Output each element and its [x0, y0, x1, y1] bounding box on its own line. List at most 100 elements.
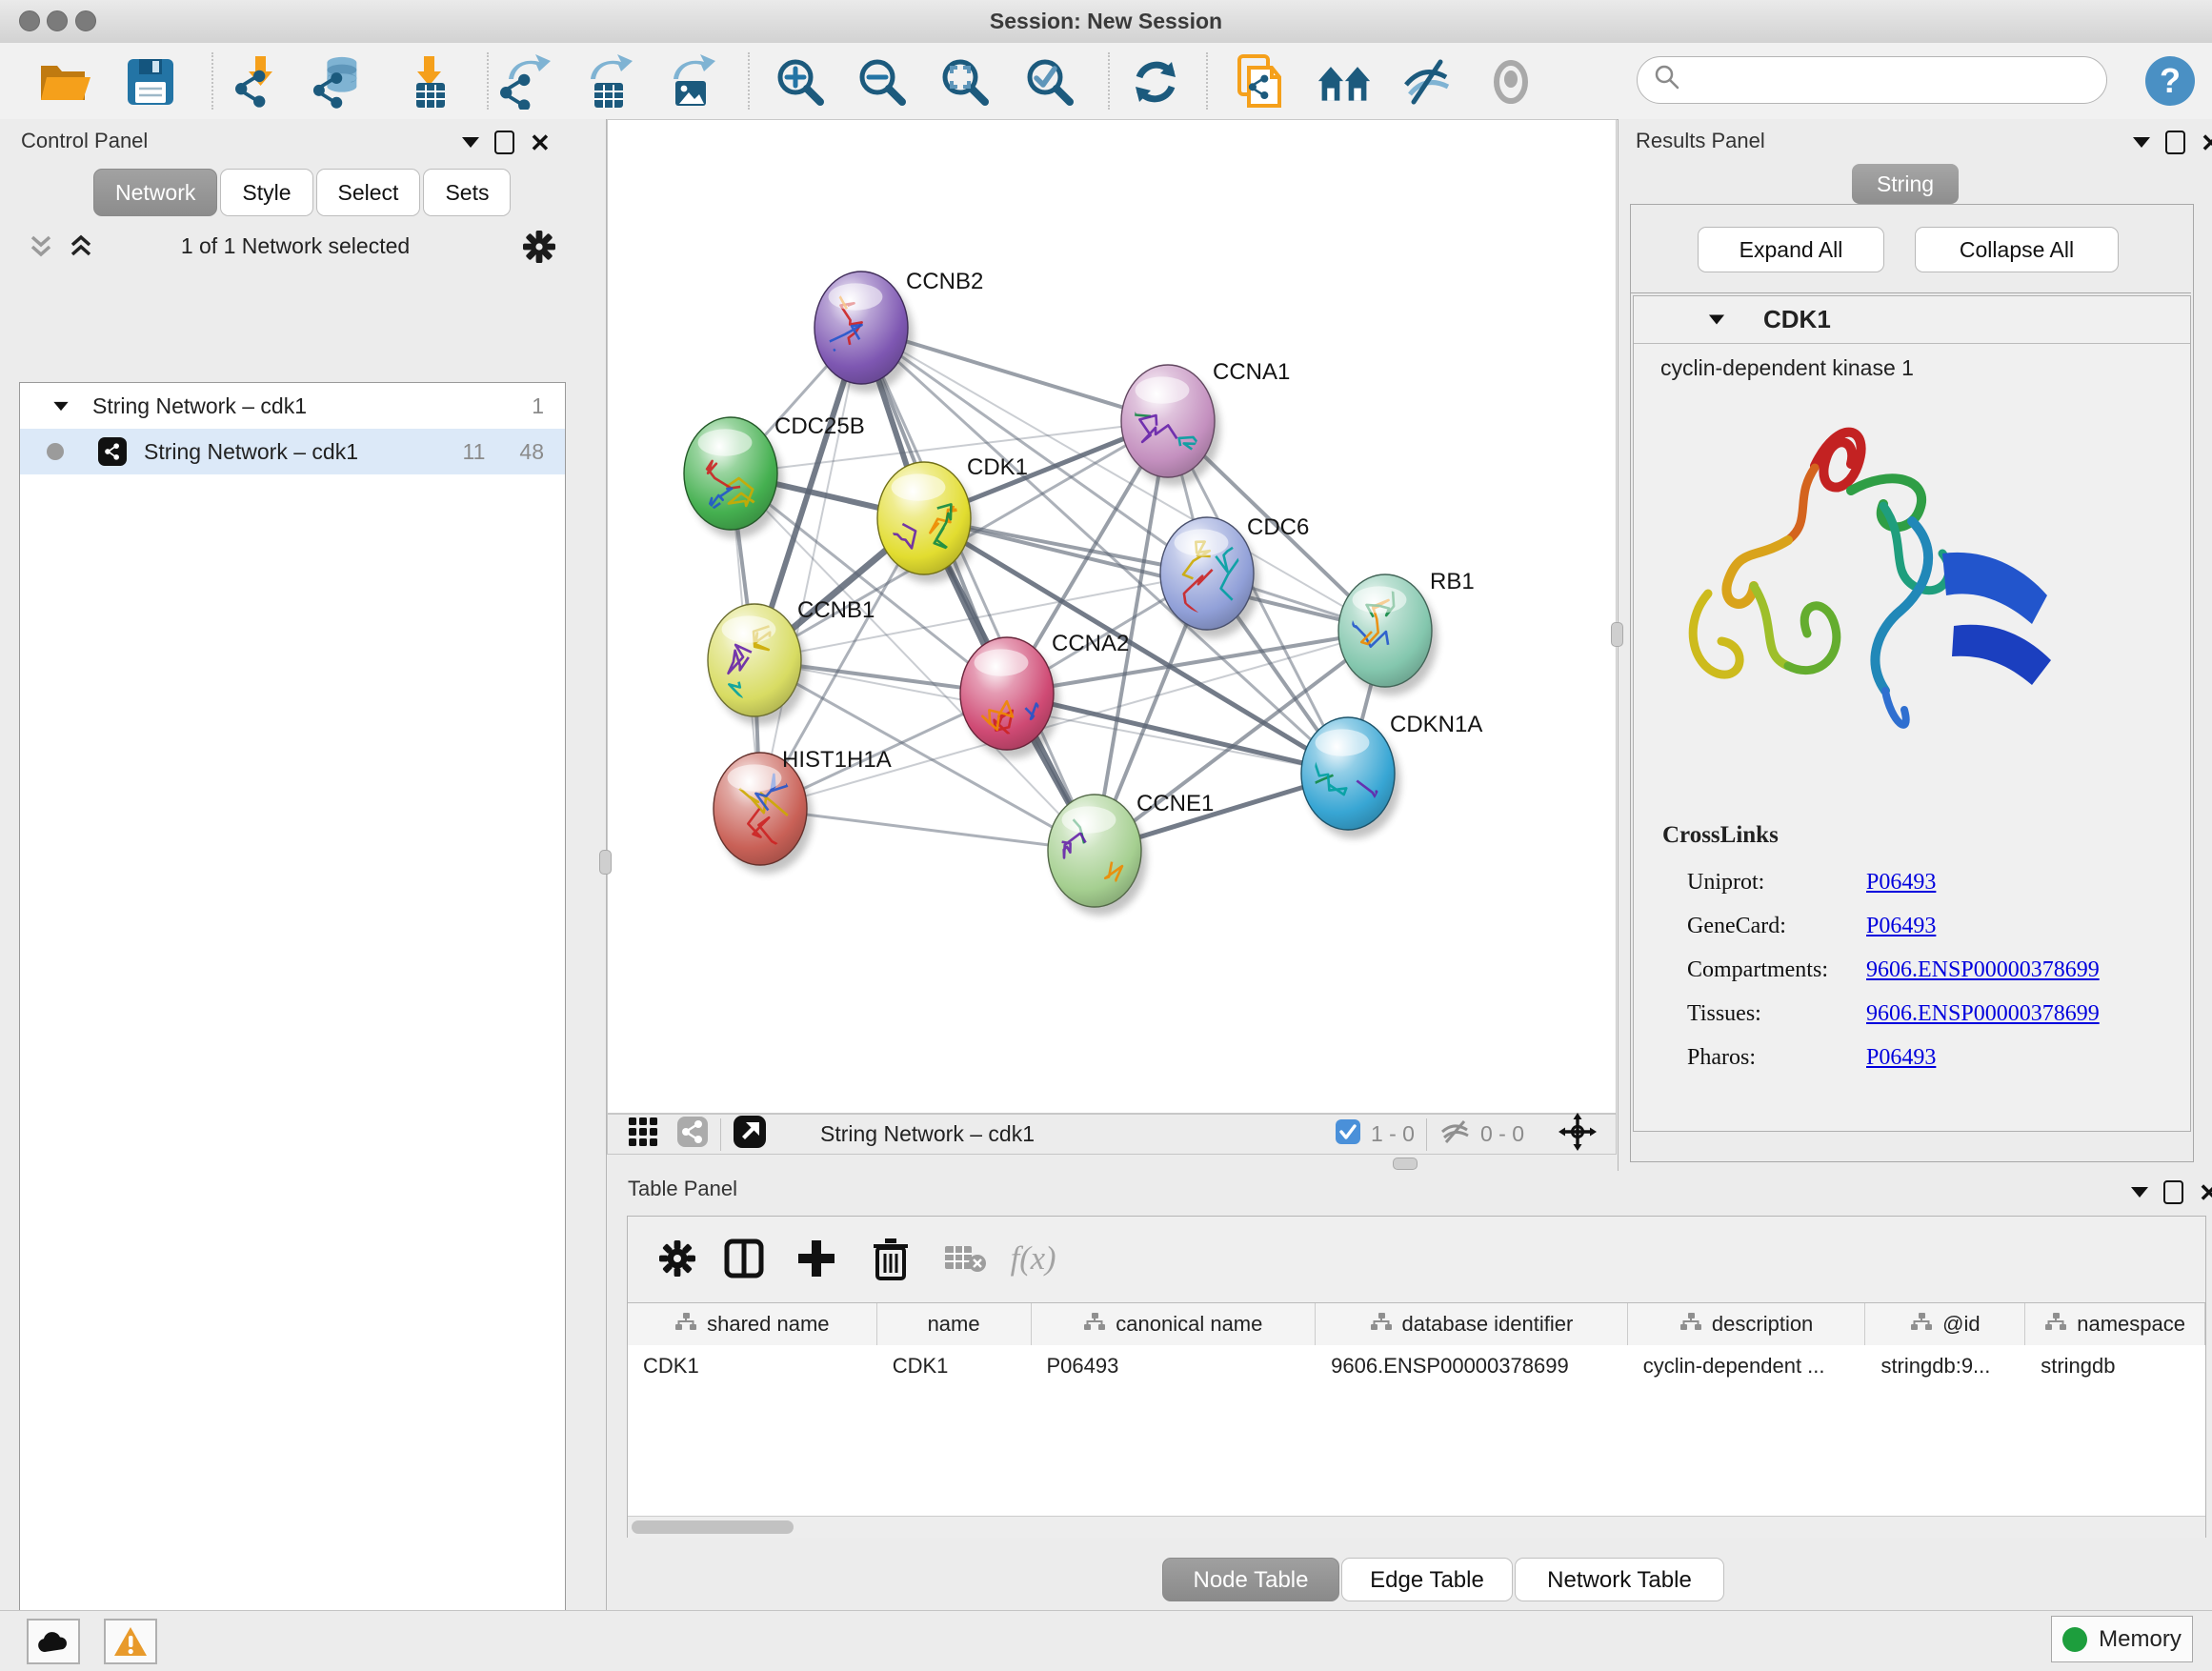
table-row[interactable]: CDK1CDK1P064939606.ENSP00000378699cyclin…: [628, 1345, 2205, 1387]
import-network-from-database-icon[interactable]: [311, 54, 366, 110]
share-network-icon[interactable]: [676, 1116, 709, 1154]
tab-edge-table[interactable]: Edge Table: [1341, 1558, 1513, 1601]
table-cell[interactable]: stringdb:9...: [1865, 1345, 2025, 1387]
table-header-row: shared namenamecanonical namedatabase id…: [628, 1302, 2205, 1346]
table-cell[interactable]: CDK1: [628, 1345, 877, 1387]
import-table-icon[interactable]: [397, 54, 452, 110]
window-title: Session: New Session: [0, 9, 2212, 34]
results-panel-collapse-icon[interactable]: [2133, 137, 2150, 148]
toolbar-separator: [1108, 52, 1110, 110]
selected-checkbox-icon[interactable]: [1335, 1118, 1361, 1151]
protein-structure-image: [1662, 399, 2072, 809]
table-horizontal-scrollbar[interactable]: [628, 1516, 2205, 1538]
memory-button[interactable]: Memory: [2051, 1616, 2193, 1662]
expand-all-button[interactable]: Expand All: [1698, 227, 1884, 272]
zoom-out-icon[interactable]: [855, 54, 910, 110]
svg-text:CCNB2: CCNB2: [906, 269, 983, 294]
crosslink-value-link[interactable]: P06493: [1866, 1045, 1936, 1071]
clone-network-icon[interactable]: [1233, 54, 1288, 110]
collection-expander-icon[interactable]: [53, 401, 68, 410]
results-panel-float-icon[interactable]: [2165, 131, 2185, 154]
column-header-name[interactable]: name: [877, 1303, 1032, 1345]
tab-select[interactable]: Select: [316, 169, 421, 216]
crosslink-value-link[interactable]: 9606.ENSP00000378699: [1866, 957, 2100, 983]
show-all-icon[interactable]: [1483, 54, 1538, 110]
hide-selected-icon[interactable]: [1400, 54, 1456, 110]
export-image-icon[interactable]: [662, 54, 717, 110]
node-RB1[interactable]: RB1: [1338, 561, 1475, 695]
add-column-icon[interactable]: [788, 1230, 845, 1287]
column-header-database-identifier[interactable]: database identifier: [1316, 1303, 1628, 1345]
delete-column-icon[interactable]: [862, 1230, 919, 1287]
cloud-status-button[interactable]: [27, 1619, 80, 1664]
string-network-graph[interactable]: CCNB2 CCNA1 CDC25B CDK1 CDC6 R: [608, 120, 1616, 1113]
hidden-items-icon[interactable]: [1438, 1117, 1473, 1152]
help-button[interactable]: ?: [2143, 54, 2197, 113]
column-header-canonical-name[interactable]: canonical name: [1032, 1303, 1317, 1345]
control-panel-close-icon[interactable]: ✕: [530, 133, 551, 152]
entry-header-row[interactable]: CDK1: [1634, 296, 2190, 344]
zoom-fit-icon[interactable]: [937, 54, 993, 110]
table-cell[interactable]: cyclin-dependent ...: [1628, 1345, 1866, 1387]
network-collection-row[interactable]: String Network – cdk1 1: [20, 383, 565, 429]
table-cell[interactable]: CDK1: [877, 1345, 1032, 1387]
node-CDC6[interactable]: CDC6: [1160, 514, 1309, 640]
warnings-button[interactable]: [104, 1619, 157, 1664]
column-header--id[interactable]: @id: [1865, 1303, 2025, 1345]
tab-network-table[interactable]: Network Table: [1515, 1558, 1724, 1601]
network-canvas[interactable]: CCNB2 CCNA1 CDC25B CDK1 CDC6 R: [607, 119, 1617, 1114]
results-panel-close-icon[interactable]: ✕: [2201, 133, 2212, 152]
table-cell[interactable]: P06493: [1032, 1345, 1317, 1387]
table-panel-close-icon[interactable]: ✕: [2199, 1183, 2212, 1202]
node-CDKN1A[interactable]: CDKN1A: [1297, 712, 1483, 838]
crosslink-value-link[interactable]: P06493: [1866, 914, 1936, 939]
tab-string[interactable]: String: [1852, 164, 1959, 204]
table-cell[interactable]: stringdb: [2025, 1345, 2205, 1387]
export-table-icon[interactable]: [579, 54, 634, 110]
scrollbar-thumb[interactable]: [632, 1520, 794, 1534]
tab-style[interactable]: Style: [220, 169, 312, 216]
table-panel-collapse-icon[interactable]: [2131, 1187, 2148, 1198]
node-CDK1[interactable]: CDK1: [877, 454, 1028, 583]
crosslink-label: Tissues:: [1687, 1001, 1866, 1027]
tab-network[interactable]: Network: [93, 169, 217, 216]
birdseye-view-icon[interactable]: [733, 1115, 767, 1155]
refresh-icon[interactable]: [1128, 54, 1183, 110]
right-splitter-handle[interactable]: [1611, 622, 1623, 647]
fit-content-crosshair-icon[interactable]: [1558, 1113, 1597, 1157]
table-panel-float-icon[interactable]: [2163, 1180, 2183, 1204]
zoom-selected-icon[interactable]: [1022, 54, 1077, 110]
crosslink-value-link[interactable]: P06493: [1866, 870, 1936, 896]
search-input[interactable]: [1637, 56, 2107, 104]
expand-all-networks-icon[interactable]: [67, 232, 95, 268]
column-visibility-icon[interactable]: [715, 1230, 773, 1287]
control-panel-collapse-icon[interactable]: [462, 137, 479, 148]
first-neighbors-icon[interactable]: [1317, 54, 1372, 110]
grid-mode-icon[interactable]: [627, 1116, 659, 1154]
bottom-splitter-handle[interactable]: [1393, 1158, 1418, 1170]
zoom-in-icon[interactable]: [773, 54, 828, 110]
crosslink-value-link[interactable]: 9606.ENSP00000378699: [1866, 1001, 2100, 1027]
tab-sets[interactable]: Sets: [423, 169, 511, 216]
import-network-icon[interactable]: [230, 54, 285, 110]
table-settings-icon[interactable]: [649, 1230, 706, 1287]
left-splitter-handle[interactable]: [599, 850, 612, 875]
control-panel-float-icon[interactable]: [494, 131, 514, 154]
export-network-icon[interactable]: [497, 54, 553, 110]
open-session-icon[interactable]: [37, 54, 92, 110]
collapse-all-networks-icon[interactable]: [27, 232, 55, 268]
node-CCNB2[interactable]: CCNB2: [814, 249, 983, 393]
column-header-shared-name[interactable]: shared name: [628, 1303, 877, 1345]
column-header-description[interactable]: description: [1628, 1303, 1866, 1345]
table-cell[interactable]: 9606.ENSP00000378699: [1316, 1345, 1628, 1387]
node-CCNA1[interactable]: CCNA1: [1121, 359, 1290, 486]
entry-expander-icon[interactable]: [1709, 315, 1724, 325]
save-session-icon[interactable]: [123, 54, 178, 110]
collapse-all-button[interactable]: Collapse All: [1915, 227, 2119, 272]
node-CCNA2[interactable]: CCNA2: [960, 631, 1129, 758]
tab-node-table[interactable]: Node Table: [1162, 1558, 1339, 1601]
node-HIST1H1A[interactable]: HIST1H1A: [714, 747, 892, 874]
network-options-gear-icon[interactable]: [522, 230, 556, 270]
network-row[interactable]: String Network – cdk1 11 48: [20, 429, 565, 474]
column-header-namespace[interactable]: namespace: [2025, 1303, 2205, 1345]
